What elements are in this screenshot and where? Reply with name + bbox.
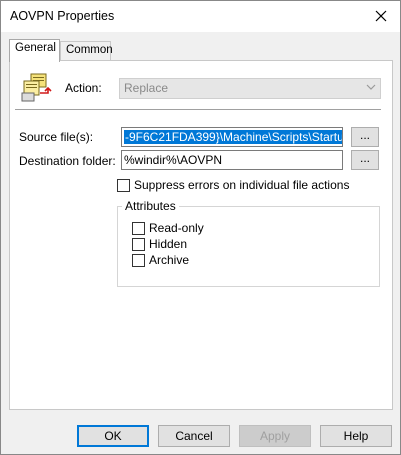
tab-general-label: General bbox=[15, 42, 56, 54]
read-only-box[interactable] bbox=[132, 221, 145, 235]
cancel-label: Cancel bbox=[175, 429, 213, 443]
tab-common[interactable]: Common bbox=[60, 41, 113, 61]
file-action-icon bbox=[21, 73, 52, 102]
source-label: Source file(s): bbox=[19, 130, 94, 144]
help-label: Help bbox=[343, 429, 369, 443]
destination-browse-label: ... bbox=[359, 151, 370, 165]
title-bar: AOVPN Properties bbox=[1, 1, 400, 32]
source-value: -9F6C21FDA399}\Machine\Scripts\Startup\* bbox=[124, 130, 342, 144]
hidden-label: Hidden bbox=[149, 237, 188, 251]
destination-field[interactable]: %windir%\AOVPN bbox=[121, 150, 343, 170]
action-combo[interactable]: Replace bbox=[119, 78, 381, 99]
suppress-errors-box[interactable] bbox=[117, 178, 130, 192]
attributes-title: Attributes bbox=[122, 199, 179, 213]
source-browse-label: ... bbox=[359, 128, 370, 142]
apply-button[interactable]: Apply bbox=[239, 425, 311, 447]
tab-general[interactable]: General bbox=[9, 39, 60, 62]
action-label: Action: bbox=[65, 81, 102, 95]
hidden-box[interactable] bbox=[132, 237, 145, 251]
archive-box[interactable] bbox=[132, 253, 145, 267]
destination-label: Destination folder: bbox=[19, 154, 116, 168]
source-field[interactable]: -9F6C21FDA399}\Machine\Scripts\Startup\* bbox=[121, 127, 343, 147]
ok-button[interactable]: OK bbox=[77, 425, 149, 447]
help-button[interactable]: Help bbox=[320, 425, 392, 447]
ok-label: OK bbox=[104, 429, 122, 443]
suppress-errors-checkbox[interactable]: Suppress errors on individual file actio… bbox=[117, 178, 349, 192]
attributes-group: Attributes Read-only Hidden Archive bbox=[117, 199, 380, 287]
hidden-checkbox[interactable]: Hidden bbox=[132, 237, 187, 251]
action-value: Replace bbox=[124, 81, 169, 95]
source-browse-button[interactable]: ... bbox=[351, 127, 379, 147]
destination-value: %windir%\AOVPN bbox=[124, 153, 223, 167]
chevron-down-icon bbox=[366, 84, 376, 90]
archive-checkbox[interactable]: Archive bbox=[132, 253, 189, 267]
properties-dialog: AOVPN Properties General Common Action: bbox=[0, 0, 401, 455]
window-title: AOVPN Properties bbox=[10, 9, 115, 23]
close-button[interactable] bbox=[368, 4, 394, 28]
separator bbox=[15, 109, 381, 110]
button-bar: OK Cancel Apply Help bbox=[1, 419, 400, 455]
apply-label: Apply bbox=[259, 429, 291, 443]
read-only-checkbox[interactable]: Read-only bbox=[132, 221, 204, 235]
close-icon bbox=[375, 10, 387, 22]
cancel-button[interactable]: Cancel bbox=[158, 425, 230, 447]
destination-browse-button[interactable]: ... bbox=[351, 150, 379, 170]
general-panel: Action: Replace Source file(s): -9F6C21F… bbox=[9, 60, 393, 410]
archive-label: Archive bbox=[149, 253, 190, 267]
read-only-label: Read-only bbox=[149, 221, 204, 235]
tab-common-label: Common bbox=[66, 44, 113, 56]
suppress-errors-label: Suppress errors on individual file actio… bbox=[134, 178, 350, 192]
